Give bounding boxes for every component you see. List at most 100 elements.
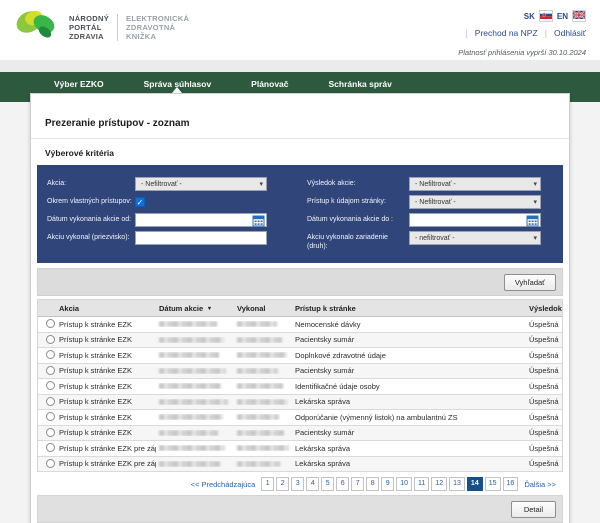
table-row[interactable]: Prístup k stránke EZK Doplnkové zdravotné… bbox=[38, 348, 562, 364]
akciu-vykonal-priezvisko-input[interactable] bbox=[135, 231, 267, 245]
filter-label-pristup-k-udajom-stranky: Prístup k údajom stránky: bbox=[307, 195, 409, 207]
redacted-date-block bbox=[159, 321, 217, 327]
access-log-table: AkciaDátum akcie ▼VykonalPrístup k strán… bbox=[37, 299, 563, 472]
cell-vysledok: Úspešná bbox=[526, 335, 562, 344]
product-text: ELEKTRONICKÁ ZDRAVOTNÁ KNIŽKA bbox=[126, 14, 189, 41]
page-button-4[interactable]: 4 bbox=[306, 477, 319, 491]
cell-akcia: Prístup k stránke EZK bbox=[56, 413, 156, 422]
redacted-date-block bbox=[159, 368, 226, 374]
page-button-3[interactable]: 3 bbox=[291, 477, 304, 491]
table-row[interactable]: Prístup k stránke EZKNemocenské dávkyÚsp… bbox=[38, 317, 562, 333]
datum-vykonania-akcie-od-input[interactable] bbox=[135, 213, 267, 227]
redacted-date-block bbox=[159, 337, 224, 343]
cell-akcia: Prístup k stránke EZK pre zápis bbox=[56, 459, 156, 468]
akciu-vykonalo-zariadenie-druh-selected-value: - nefiltrovať - bbox=[415, 235, 455, 242]
table-row[interactable]: Prístup k stránke EZK pre zápis Lekárska … bbox=[38, 457, 562, 473]
pagination-previous-link[interactable]: << Predchádzajúca bbox=[191, 480, 256, 489]
row-radio-button[interactable] bbox=[46, 459, 55, 468]
redacted-name-block bbox=[237, 368, 278, 374]
npz-logo[interactable]: NÁRODNÝ PORTÁL ZDRAVIA ELEKTRONICKÁ ZDRA… bbox=[14, 7, 189, 48]
chevron-down-icon: ▾ bbox=[533, 234, 537, 242]
slovak-flag-icon[interactable] bbox=[539, 10, 553, 22]
datum-vykonania-akcie-do-input[interactable] bbox=[409, 213, 541, 227]
calendar-icon[interactable] bbox=[252, 214, 265, 227]
table-row[interactable]: Prístup k stránke EZKIdentifikačné údaje… bbox=[38, 379, 562, 395]
page-button-12[interactable]: 12 bbox=[431, 477, 447, 491]
row-radio-button[interactable] bbox=[46, 350, 55, 359]
detail-action-bar: Detail bbox=[37, 495, 563, 523]
page-button-6[interactable]: 6 bbox=[336, 477, 349, 491]
cell-datum-redacted bbox=[156, 383, 234, 389]
redacted-name-block bbox=[237, 352, 287, 358]
uk-flag-icon[interactable] bbox=[572, 10, 586, 22]
page-button-13[interactable]: 13 bbox=[449, 477, 465, 491]
page-button-8[interactable]: 8 bbox=[366, 477, 379, 491]
cell-vykonal-redacted bbox=[234, 461, 292, 467]
calendar-icon[interactable] bbox=[526, 214, 539, 227]
redacted-name-block bbox=[237, 430, 284, 436]
filter-label-akciu-vykonalo-zariadenie-druh: Akciu vykonalo zariadenie (druh): bbox=[307, 231, 409, 251]
chevron-down-icon: ▾ bbox=[533, 180, 537, 188]
language-switcher: SK EN bbox=[524, 10, 586, 22]
prechod-na-npz-link[interactable]: Prechod na NPZ bbox=[475, 28, 538, 38]
page-button-14[interactable]: 14 bbox=[467, 477, 483, 491]
criteria-section-title: Výberové kritéria bbox=[31, 139, 569, 165]
akciu-vykonalo-zariadenie-druh-select[interactable]: - nefiltrovať - ▾ bbox=[409, 231, 541, 245]
table-row[interactable]: Prístup k stránke EZKPacientsky sumárÚsp… bbox=[38, 364, 562, 380]
okrem-vlastnych-pristupov-checkbox[interactable]: ✓ bbox=[135, 197, 145, 207]
row-radio-button[interactable] bbox=[46, 412, 55, 421]
cell-akcia: Prístup k stránke EZK bbox=[56, 397, 156, 406]
akcia-select[interactable]: - Nefiltrovať -▾ bbox=[135, 177, 267, 191]
lang-sk-link[interactable]: SK bbox=[524, 12, 535, 21]
row-radio-button[interactable] bbox=[46, 366, 55, 375]
row-radio-button[interactable] bbox=[46, 397, 55, 406]
redacted-date-block bbox=[159, 430, 218, 436]
row-radio-button[interactable] bbox=[46, 335, 55, 344]
brand-divider bbox=[117, 14, 118, 41]
redacted-date-block bbox=[159, 414, 223, 420]
redacted-name-block bbox=[237, 445, 289, 451]
table-row[interactable]: Prístup k stránke EZKPacientsky sumárÚsp… bbox=[38, 426, 562, 442]
page-button-1[interactable]: 1 bbox=[261, 477, 274, 491]
top-header: NÁRODNÝ PORTÁL ZDRAVIA ELEKTRONICKÁ ZDRA… bbox=[0, 0, 600, 60]
column-header-vykonal: Vykonal bbox=[234, 304, 292, 313]
row-radio-button[interactable] bbox=[46, 443, 55, 452]
cell-datum-redacted bbox=[156, 461, 234, 467]
page-button-10[interactable]: 10 bbox=[396, 477, 412, 491]
search-action-bar: Vyhľadať bbox=[37, 268, 563, 296]
cell-vysledok: Úspešná bbox=[526, 397, 562, 406]
pristup-k-udajom-stranky-select[interactable]: - Nefiltrovať -▾ bbox=[409, 195, 541, 209]
session-expiry-note: Platnosť prihlásenia vyprší 30.10.2024 bbox=[458, 48, 586, 57]
cell-pristup-k-stranke: Doplnkové zdravotné údaje bbox=[292, 351, 526, 360]
page-button-9[interactable]: 9 bbox=[381, 477, 394, 491]
detail-button[interactable]: Detail bbox=[511, 501, 556, 518]
row-radio-button[interactable] bbox=[46, 381, 55, 390]
pagination-next-link[interactable]: Ďalšia >> bbox=[524, 480, 556, 489]
page-button-5[interactable]: 5 bbox=[321, 477, 334, 491]
logout-link[interactable]: Odhlásiť bbox=[554, 28, 586, 38]
pagination: << Predchádzajúca12345678910111213141516… bbox=[40, 477, 560, 491]
cell-datum-redacted bbox=[156, 445, 234, 451]
page-title: Prezeranie prístupov - zoznam bbox=[31, 94, 569, 139]
page-button-2[interactable]: 2 bbox=[276, 477, 289, 491]
page-button-7[interactable]: 7 bbox=[351, 477, 364, 491]
lang-en-link[interactable]: EN bbox=[557, 12, 568, 21]
table-row[interactable]: Prístup k stránke EZKOdporúčanie (výmenn… bbox=[38, 410, 562, 426]
cell-vysledok: Úspešná bbox=[526, 428, 562, 437]
cell-pristup-k-stranke: Nemocenské dávky bbox=[292, 320, 526, 329]
app-window: NÁRODNÝ PORTÁL ZDRAVIA ELEKTRONICKÁ ZDRA… bbox=[0, 0, 600, 523]
row-radio-button[interactable] bbox=[46, 319, 55, 328]
table-row[interactable]: Prístup k stránke EZK pre zápisLekárska … bbox=[38, 441, 562, 457]
search-button[interactable]: Vyhľadať bbox=[504, 274, 556, 291]
page-button-11[interactable]: 11 bbox=[414, 477, 429, 491]
vysledok-akcie-select[interactable]: - Nefiltrovať -▾ bbox=[409, 177, 541, 191]
cell-vykonal-redacted bbox=[234, 430, 292, 436]
table-row[interactable]: Prístup k stránke EZKPacientsky sumárÚsp… bbox=[38, 333, 562, 349]
sort-desc-icon: ▼ bbox=[205, 306, 212, 312]
cell-pristup-k-stranke: Lekárska správa bbox=[292, 459, 526, 468]
page-button-16[interactable]: 16 bbox=[503, 477, 519, 491]
table-row[interactable]: Prístup k stránke EZKLekárska správaÚspe… bbox=[38, 395, 562, 411]
row-radio-button[interactable] bbox=[46, 428, 55, 437]
cell-akcia: Prístup k stránke EZK bbox=[56, 351, 156, 360]
page-button-15[interactable]: 15 bbox=[485, 477, 501, 491]
